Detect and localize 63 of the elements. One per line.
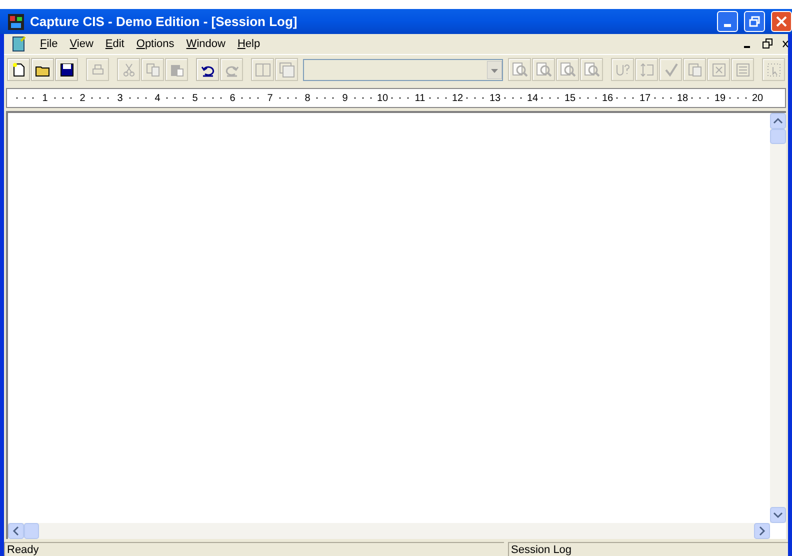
magnifier-icon	[536, 62, 552, 78]
ruler-number: 8	[304, 92, 312, 106]
ruler-number: 19	[714, 92, 726, 106]
toolbar-button[interactable]	[196, 58, 219, 81]
close-icon	[776, 16, 787, 27]
ruler-number: 15	[564, 92, 576, 106]
copy-icon	[144, 62, 160, 78]
annotate-icon	[638, 62, 654, 78]
printer-icon	[90, 62, 106, 78]
scissors-icon	[120, 62, 136, 78]
menu-item[interactable]: Window	[180, 34, 232, 54]
document-icon	[12, 36, 26, 52]
ruler-number: 20	[752, 92, 764, 106]
scroll-down-icon[interactable]	[770, 507, 786, 523]
status-text: Session Log	[508, 542, 788, 556]
menu-item[interactable]: Help	[231, 34, 266, 54]
part-query-icon	[614, 62, 630, 78]
tile-windows-icon	[254, 62, 270, 78]
menu-item[interactable]: File	[34, 34, 64, 54]
ruler-number: 11	[414, 92, 426, 106]
ruler-number: 7	[266, 92, 274, 106]
ruler-number: 9	[341, 92, 349, 106]
ruler-number: 18	[676, 92, 688, 106]
ruler-number: 2	[78, 92, 86, 106]
restore-icon	[749, 16, 760, 27]
menu-item[interactable]: Options	[130, 34, 180, 54]
toolbar-button[interactable]	[31, 58, 54, 81]
netlist-icon	[686, 62, 702, 78]
close-button[interactable]	[771, 11, 792, 32]
restore-icon[interactable]	[762, 38, 774, 50]
scroll-right-icon[interactable]	[754, 523, 770, 539]
ruler-number: 13	[489, 92, 501, 106]
ruler-number: 1	[41, 92, 49, 106]
toolbar-button[interactable]	[55, 58, 78, 81]
scroll-up-icon[interactable]	[770, 113, 786, 145]
magnifier-icon	[560, 62, 576, 78]
pointer-icon	[766, 62, 782, 78]
restore-button[interactable]	[744, 11, 765, 32]
status-text: Ready	[4, 542, 504, 556]
ruler-number: 17	[639, 92, 651, 106]
ruler-number: 4	[154, 92, 162, 106]
ruler-number: 6	[228, 92, 236, 106]
ruler-number: 16	[602, 92, 614, 106]
menu-item[interactable]: Edit	[99, 34, 130, 54]
ruler-number: 10	[376, 92, 388, 106]
app-icon	[8, 14, 24, 30]
close-icon[interactable]	[782, 38, 788, 50]
cascade-windows-icon	[278, 62, 294, 78]
scroll-left-icon[interactable]	[8, 523, 40, 539]
spreadsheet-icon	[710, 62, 726, 78]
checkmark-icon	[662, 62, 678, 78]
menu-item[interactable]: View	[64, 34, 100, 54]
ruler-number: 12	[452, 92, 464, 106]
magnifier-icon	[584, 62, 600, 78]
toolbar-button[interactable]	[7, 58, 30, 81]
ruler-number: 5	[191, 92, 199, 106]
window-title: Capture CIS - Demo Edition - [Session Log]	[30, 12, 298, 31]
new-document-icon	[10, 62, 26, 78]
minimize-button[interactable]	[717, 11, 738, 32]
ruler-number: 14	[526, 92, 538, 106]
list-icon	[734, 62, 750, 78]
magnifier-icon	[512, 62, 528, 78]
ruler-number: 3	[116, 92, 124, 106]
